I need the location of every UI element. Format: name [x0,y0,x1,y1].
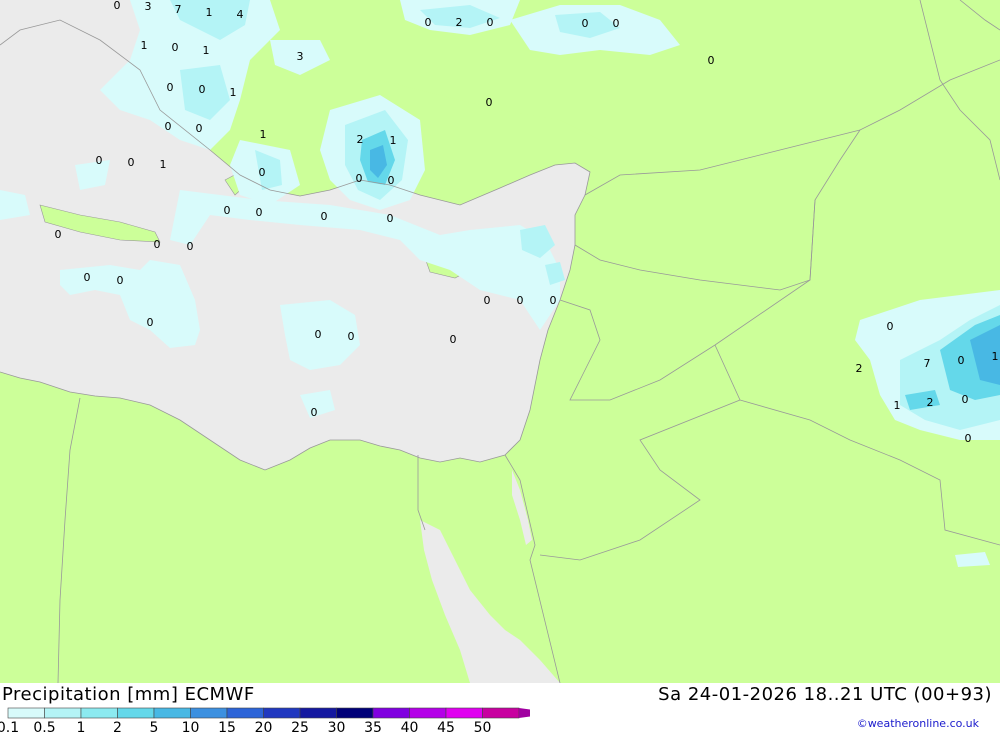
legend-swatch [7,707,45,719]
precip-value: 0 [450,333,457,346]
legend-swatch [372,707,410,719]
precip-value: 0 [348,330,355,343]
precip-value: 3 [145,0,152,13]
precip-value: 0 [487,16,494,29]
precip-value: 0 [550,294,557,307]
precip-value: 0 [199,83,206,96]
precip-value: 0 [484,294,491,307]
precip-value: 1 [390,134,397,147]
legend-label: 10 [182,720,200,733]
legend-swatch [80,707,118,719]
legend-label: 1 [77,720,86,733]
precip-value: 7 [175,3,182,16]
precip-value: 2 [456,16,463,29]
credit-link[interactable]: ©weatheronline.co.uk [857,717,979,730]
precip-value: 0 [128,156,135,169]
precip-value: 0 [517,294,524,307]
precip-value: 7 [924,357,931,370]
precip-value: 1 [206,6,213,19]
precip-value: 0 [388,174,395,187]
precip-value: 0 [387,212,394,225]
legend-swatch [44,707,82,719]
precip-value: 2 [856,362,863,375]
legend-swatch [336,707,374,719]
precip-value: 1 [992,350,999,363]
map-title: Precipitation [mm] ECMWF [2,684,255,705]
legend-swatch [445,707,483,719]
precip-value: 1 [203,44,210,57]
precip-value: 1 [141,39,148,52]
precip-value: 0 [958,354,965,367]
precip-value: 0 [259,166,266,179]
legend-swatch [190,707,228,719]
legend-swatch [153,707,191,719]
precipitation-map: 0 3 7 1 4 0 2 0 0 0 0 1 0 1 3 0 0 1 0 0 0 1 2 1 0 0 1 0 0 0 0 0 0 0 0 0 0 0 0 0… [0,0,1000,683]
precip-value: 0 [582,17,589,30]
legend-label: 15 [218,720,236,733]
precip-value: 0 [425,16,432,29]
precip-value: 1 [230,86,237,99]
legend-swatch [226,707,264,719]
precip-value: 0 [486,96,493,109]
legend-label: 50 [474,720,492,733]
legend-label: 0.5 [33,720,55,733]
legend-label: 25 [291,720,309,733]
legend-label: 35 [364,720,382,733]
precip-value: 0 [147,316,154,329]
legend-arrow [519,708,530,718]
precip-value: 0 [117,274,124,287]
legend-swatch [299,707,337,719]
precip-value: 3 [297,50,304,63]
precip-value: 0 [165,120,172,133]
precip-value: 2 [927,396,934,409]
precip-value: 0 [613,17,620,30]
precip-value: 0 [356,172,363,185]
legend-swatch [482,707,520,719]
precip-value: 0 [96,154,103,167]
precip-value: 0 [321,210,328,223]
precip-value: 0 [311,406,318,419]
legend-label: 5 [150,720,159,733]
precip-value: 0 [187,240,194,253]
legend-label: 45 [437,720,455,733]
precip-value: 0 [114,0,121,12]
precip-value: 0 [887,320,894,333]
precip-value: 0 [196,122,203,135]
precip-value: 0 [965,432,972,445]
legend-label: 0.1 [0,720,19,733]
precip-value: 1 [160,158,167,171]
precip-value: 0 [84,271,91,284]
forecast-datetime: Sa 24-01-2026 18..21 UTC (00+93) [658,684,992,705]
precip-value: 0 [708,54,715,67]
precip-value: 1 [894,399,901,412]
precip-value: 0 [315,328,322,341]
precip-value: 0 [962,393,969,406]
legend-label: 40 [401,720,419,733]
precip-value: 4 [237,8,244,21]
precip-value: 2 [357,133,364,146]
precip-value: 0 [154,238,161,251]
legend-swatch [263,707,301,719]
legend-label: 2 [113,720,122,733]
precip-value: 0 [172,41,179,54]
precip-value: 0 [224,204,231,217]
precip-value: 0 [167,81,174,94]
legend: 0.1 0.5 1 2 5 10 15 20 25 30 35 40 45 50 [0,707,530,733]
legend-swatch [117,707,155,719]
precip-value: 1 [260,128,267,141]
legend-swatch [409,707,447,719]
precip-value: 0 [55,228,62,241]
precip-value: 0 [256,206,263,219]
legend-label: 20 [255,720,273,733]
legend-label: 30 [328,720,346,733]
